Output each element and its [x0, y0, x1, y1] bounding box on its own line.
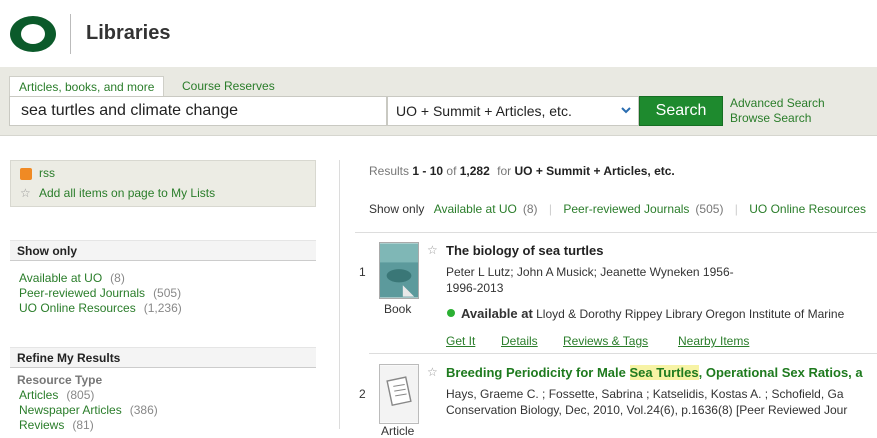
star-icon[interactable]: ☆ — [427, 365, 438, 379]
result-authors: Peter L Lutz; John A Musick; Jeanette Wy… — [446, 265, 734, 279]
search-band: Articles, books, and more Course Reserve… — [0, 67, 877, 136]
sidebar-filter-online[interactable]: UO Online Resources (1,236) — [19, 301, 182, 315]
filter-peer-reviewed-link[interactable]: Peer-reviewed Journals — [563, 202, 689, 216]
uo-logo-icon[interactable] — [8, 14, 58, 54]
show-only-filter-bar: Show only Available at UO (8) | Peer-revi… — [369, 202, 866, 216]
logo-divider — [70, 14, 71, 54]
refine-results-heading: Refine My Results — [10, 347, 316, 368]
sidebar-filter-label[interactable]: Available at UO — [19, 271, 102, 285]
chevron-down-icon — [621, 107, 631, 114]
results-of: of — [446, 164, 457, 178]
site-header: Libraries — [0, 0, 877, 67]
results-range: 1 - 10 — [412, 164, 444, 178]
result-number: 1 — [359, 265, 366, 279]
sidebar-filter-label[interactable]: UO Online Resources — [19, 301, 136, 315]
result-source: Conservation Biology, Dec, 2010, Vol.24(… — [446, 403, 848, 417]
details-tab[interactable]: Details — [501, 334, 538, 348]
reviews-tags-tab[interactable]: Reviews & Tags — [563, 334, 648, 348]
resource-type-label[interactable]: Newspaper Articles — [19, 403, 122, 417]
rss-icon[interactable] — [20, 168, 32, 180]
resource-type-label[interactable]: Articles — [19, 388, 58, 402]
rss-panel: rss ☆ Add all items on page to My Lists — [10, 160, 316, 207]
sidebar-filter-label[interactable]: Peer-reviewed Journals — [19, 286, 145, 300]
star-icon[interactable]: ☆ — [20, 186, 31, 200]
scope-select-value: UO + Summit + Articles, etc. — [396, 103, 572, 119]
results-total: 1,282 — [459, 164, 490, 178]
result-authors: Hays, Graeme C. ; Fossette, Sabrina ; Ka… — [446, 387, 844, 401]
sidebar-filter-count: (505) — [153, 286, 182, 300]
site-title[interactable]: Libraries — [86, 22, 170, 45]
title-highlight: Sea Turtles — [629, 365, 699, 380]
resource-type-articles[interactable]: Articles (805) — [19, 388, 94, 402]
resource-type-count: (805) — [66, 388, 95, 402]
rss-link[interactable]: rss — [39, 166, 55, 180]
search-input[interactable] — [9, 96, 387, 126]
scope-select[interactable]: UO + Summit + Articles, etc. — [387, 96, 639, 126]
title-part: , Operational Sex Ratios, a — [698, 365, 863, 380]
sidebar-filter-available[interactable]: Available at UO (8) — [19, 271, 125, 285]
get-it-tab[interactable]: Get It — [446, 334, 475, 348]
filter-separator: | — [548, 202, 553, 216]
results-prefix: Results — [369, 164, 410, 178]
nearby-items-tab[interactable]: Nearby Items — [678, 334, 749, 348]
filter-online-link[interactable]: UO Online Resources — [749, 202, 866, 216]
filter-count: (505) — [695, 202, 724, 216]
resource-type-label[interactable]: Reviews — [19, 418, 64, 432]
article-icon-thumbnail[interactable] — [379, 364, 419, 424]
result-title[interactable]: The biology of sea turtles — [446, 243, 603, 258]
show-only-heading: Show only — [10, 240, 316, 261]
filter-separator: | — [734, 202, 738, 216]
results-for: for — [497, 164, 512, 178]
title-part: Breeding Periodicity for Male — [446, 365, 630, 380]
filter-available-link[interactable]: Available at UO — [434, 202, 517, 216]
search-button[interactable]: Search — [639, 96, 723, 126]
result-date: 1996-2013 — [446, 281, 504, 295]
result-number: 2 — [359, 387, 366, 401]
advanced-search-link[interactable]: Advanced Search — [730, 96, 825, 110]
format-label: Article — [381, 424, 415, 438]
format-label: Book — [384, 302, 412, 316]
tab-articles-books[interactable]: Articles, books, and more — [9, 76, 165, 98]
browse-search-link[interactable]: Browse Search — [730, 111, 811, 125]
sidebar-filter-peer-reviewed[interactable]: Peer-reviewed Journals (505) — [19, 286, 181, 300]
resource-type-label: Resource Type — [17, 373, 103, 387]
sidebar-filter-count: (1,236) — [143, 301, 182, 315]
filter-count: (8) — [522, 202, 538, 216]
availability-prefix: Available at — [461, 306, 533, 321]
column-divider — [339, 160, 340, 429]
results-scope: UO + Summit + Articles, etc. — [514, 164, 675, 178]
tab-course-reserves[interactable]: Course Reserves — [173, 76, 284, 96]
result-title[interactable]: Breeding Periodicity for Male Sea Turtle… — [446, 365, 863, 380]
resource-type-count: (386) — [129, 403, 158, 417]
show-only-label: Show only — [369, 202, 425, 216]
book-cover-thumbnail[interactable] — [379, 242, 419, 299]
resource-type-newspaper[interactable]: Newspaper Articles (386) — [19, 403, 158, 417]
resource-type-count: (81) — [72, 418, 94, 432]
results-divider — [355, 232, 877, 233]
result-divider — [369, 353, 877, 354]
sidebar-filter-count: (8) — [110, 271, 125, 285]
results-summary: Results 1 - 10 of 1,282 for UO + Summit … — [369, 164, 675, 178]
add-all-to-lists-link[interactable]: Add all items on page to My Lists — [39, 186, 215, 200]
star-icon[interactable]: ☆ — [427, 243, 438, 257]
availability-line: Available at Lloyd & Dorothy Rippey Libr… — [461, 306, 844, 321]
resource-type-reviews[interactable]: Reviews (81) — [19, 418, 94, 432]
available-status-icon — [447, 309, 455, 317]
availability-location: Lloyd & Dorothy Rippey Library Oregon In… — [536, 307, 845, 321]
